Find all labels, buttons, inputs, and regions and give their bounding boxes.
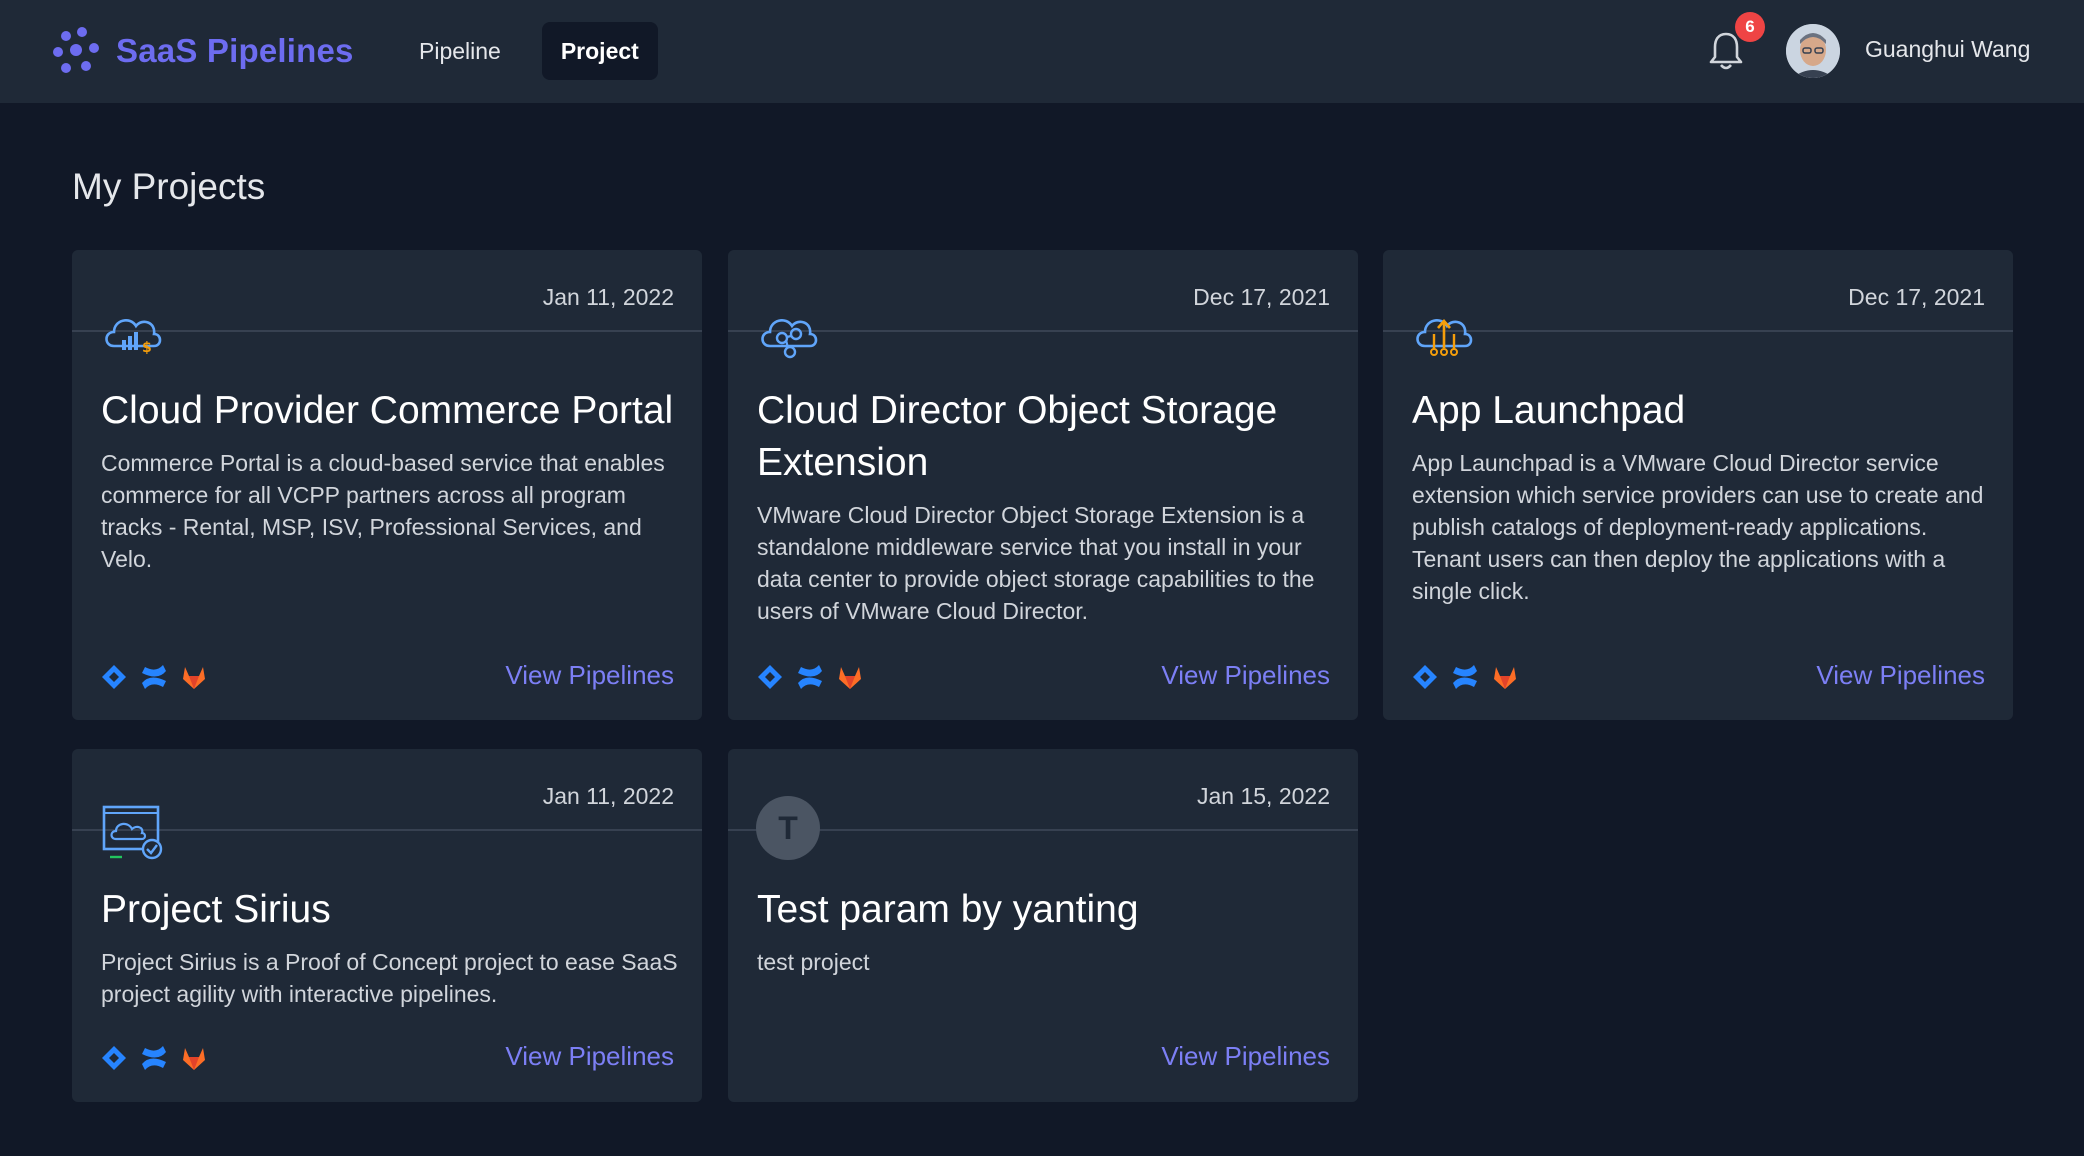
project-card: Jan 11, 2022 Project Sirius Project Siri…	[72, 749, 702, 1102]
divider	[728, 829, 1358, 831]
confluence-icon[interactable]	[140, 663, 168, 691]
project-card: Jan 15, 2022 T Test param by yanting tes…	[728, 749, 1358, 1102]
jira-icon[interactable]	[100, 663, 128, 691]
notification-badge[interactable]: 6	[1735, 12, 1765, 42]
divider	[728, 330, 1358, 332]
project-date: Dec 17, 2021	[1848, 284, 1985, 310]
svg-text:$: $	[142, 340, 152, 356]
project-title[interactable]: Project Sirius	[101, 884, 691, 936]
brand[interactable]: SaaS Pipelines	[52, 26, 354, 76]
project-title[interactable]: Test param by yanting	[757, 884, 1347, 936]
project-description: test project	[757, 949, 870, 975]
monitor-cloud-check-icon	[102, 805, 163, 860]
project-description: VMware Cloud Director Object Storage Ext…	[757, 502, 1315, 624]
view-pipelines-link[interactable]: View Pipelines	[505, 1041, 674, 1072]
project-title[interactable]: Cloud Provider Commerce Portal	[101, 385, 691, 437]
project-date: Jan 11, 2022	[542, 783, 674, 809]
cloud-storage-icon	[761, 319, 818, 359]
tab-project[interactable]: Project	[541, 22, 658, 80]
project-card: Jan 11, 2022 $ Cloud Provider Commerce P…	[72, 250, 702, 720]
project-title[interactable]: Cloud Director Object Storage Extension	[757, 385, 1347, 489]
jira-icon[interactable]	[756, 663, 784, 691]
brand-logo-icon	[53, 27, 99, 73]
gitlab-icon[interactable]	[180, 663, 208, 691]
tool-icons	[1411, 663, 1519, 691]
view-pipelines-link[interactable]: View Pipelines	[1816, 660, 1985, 691]
project-card: Dec 17, 2021 Cloud Director Object Stora…	[728, 250, 1358, 720]
gitlab-icon[interactable]	[180, 1044, 208, 1072]
divider	[72, 330, 702, 332]
cloud-commerce-icon: $	[105, 319, 162, 356]
view-pipelines-link[interactable]: View Pipelines	[1161, 660, 1330, 691]
user-avatar-icon	[1786, 24, 1840, 78]
gitlab-icon[interactable]	[836, 663, 864, 691]
top-nav-bar: SaaS Pipelines Pipeline Project 6 Guangh…	[0, 0, 2084, 103]
view-pipelines-link[interactable]: View Pipelines	[1161, 1041, 1330, 1072]
view-pipelines-link[interactable]: View Pipelines	[505, 660, 674, 691]
project-date: Dec 17, 2021	[1193, 284, 1330, 310]
project-card: Dec 17, 2021 App Launchpad App Launchpad…	[1383, 250, 2013, 720]
brand-name: SaaS Pipelines	[116, 32, 354, 69]
project-description: App Launchpad is a VMware Cloud Director…	[1412, 450, 1984, 604]
project-description: Commerce Portal is a cloud-based service…	[101, 450, 665, 572]
page-title: My Projects	[72, 166, 266, 207]
letter-avatar: T	[756, 796, 820, 860]
project-title[interactable]: App Launchpad	[1412, 385, 2002, 437]
divider	[72, 829, 702, 831]
confluence-icon[interactable]	[796, 663, 824, 691]
confluence-icon[interactable]	[1451, 663, 1479, 691]
project-description: Project Sirius is a Proof of Concept pro…	[101, 949, 678, 1007]
avatar[interactable]	[1786, 24, 1840, 78]
tool-icons	[100, 663, 208, 691]
jira-icon[interactable]	[100, 1044, 128, 1072]
main-nav: Pipeline Project	[400, 22, 658, 80]
project-date: Jan 11, 2022	[542, 284, 674, 310]
gitlab-icon[interactable]	[1491, 663, 1519, 691]
project-date: Jan 15, 2022	[1196, 783, 1330, 809]
divider	[1383, 330, 2013, 332]
tool-icons	[756, 663, 864, 691]
user-name[interactable]: Guanghui Wang	[1865, 36, 2030, 63]
tool-icons	[100, 1044, 208, 1072]
tab-pipeline[interactable]: Pipeline	[400, 22, 520, 80]
confluence-icon[interactable]	[140, 1044, 168, 1072]
jira-icon[interactable]	[1411, 663, 1439, 691]
cloud-launch-icon	[1416, 319, 1473, 356]
project-letter-avatar: T	[756, 796, 822, 862]
